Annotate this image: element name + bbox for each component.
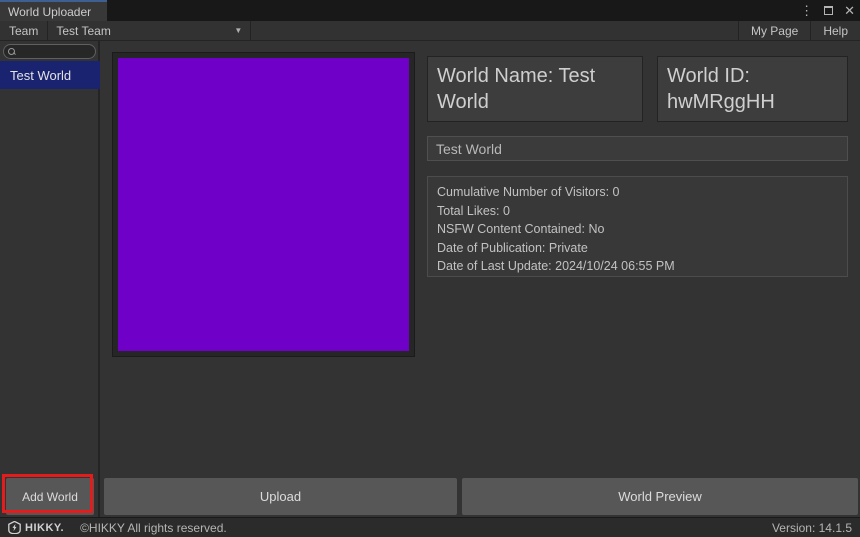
world-stats-box: Cumulative Number of Visitors: 0 Total L…	[427, 176, 848, 277]
stat-visitors: Cumulative Number of Visitors: 0	[437, 185, 620, 199]
hikky-brand: HIKKY.	[8, 521, 64, 534]
team-dropdown-value: Test Team	[56, 23, 111, 38]
toolbar: Team Test Team ▼ My Page Help	[0, 21, 860, 41]
tab-title: World Uploader	[8, 4, 92, 19]
hikky-logo-icon	[8, 521, 21, 534]
team-dropdown[interactable]: Test Team ▼	[48, 21, 250, 40]
help-button[interactable]: Help	[811, 21, 860, 40]
world-list-sidebar: Test World	[0, 41, 100, 517]
sidebar-item-label: Test World	[10, 67, 72, 83]
version-text: Version: 14.1.5	[771, 520, 852, 535]
help-label: Help	[823, 23, 848, 38]
team-label: Team	[9, 23, 39, 38]
maximize-icon[interactable]	[824, 6, 834, 15]
stat-nsfw: NSFW Content Contained: No	[437, 222, 605, 236]
add-world-button[interactable]: Add World	[6, 478, 94, 515]
window-controls: ⋮ ✕	[800, 0, 855, 21]
world-thumbnail-frame	[112, 52, 415, 357]
menu-kebab-icon[interactable]: ⋮	[800, 4, 813, 17]
copyright-text: ©HIKKY All rights reserved.	[80, 520, 227, 535]
status-bar: HIKKY. ©HIKKY All rights reserved. Versi…	[0, 517, 860, 537]
my-page-label: My Page	[750, 23, 799, 38]
search-icon	[8, 48, 15, 55]
sidebar-item-test-world[interactable]: Test World	[0, 61, 100, 89]
world-name-field[interactable]: Test World	[427, 136, 848, 161]
upload-button[interactable]: Upload	[104, 478, 457, 515]
chevron-down-icon: ▼	[234, 26, 243, 35]
world-id-header: World ID: hwMRggHH	[657, 56, 848, 122]
close-icon[interactable]: ✕	[844, 4, 855, 17]
hikky-logo-text: HIKKY.	[25, 521, 65, 534]
world-thumbnail-image	[118, 58, 409, 351]
title-bar: World Uploader ⋮ ✕	[0, 0, 860, 21]
tab-world-uploader[interactable]: World Uploader	[0, 0, 107, 21]
stat-last-update: Date of Last Update: 2024/10/24 06:55 PM	[437, 259, 675, 273]
my-page-button[interactable]: My Page	[739, 21, 810, 40]
world-uploader-window: World Uploader ⋮ ✕ Team Test Team ▼ My P…	[0, 0, 860, 537]
stat-likes: Total Likes: 0	[437, 203, 510, 218]
stat-publication-date: Date of Publication: Private	[437, 240, 588, 255]
world-preview-button[interactable]: World Preview	[462, 478, 858, 515]
world-name-field-value: Test World	[436, 140, 502, 157]
search-input[interactable]	[3, 44, 96, 59]
world-name-header: World Name: Test World	[427, 56, 643, 122]
